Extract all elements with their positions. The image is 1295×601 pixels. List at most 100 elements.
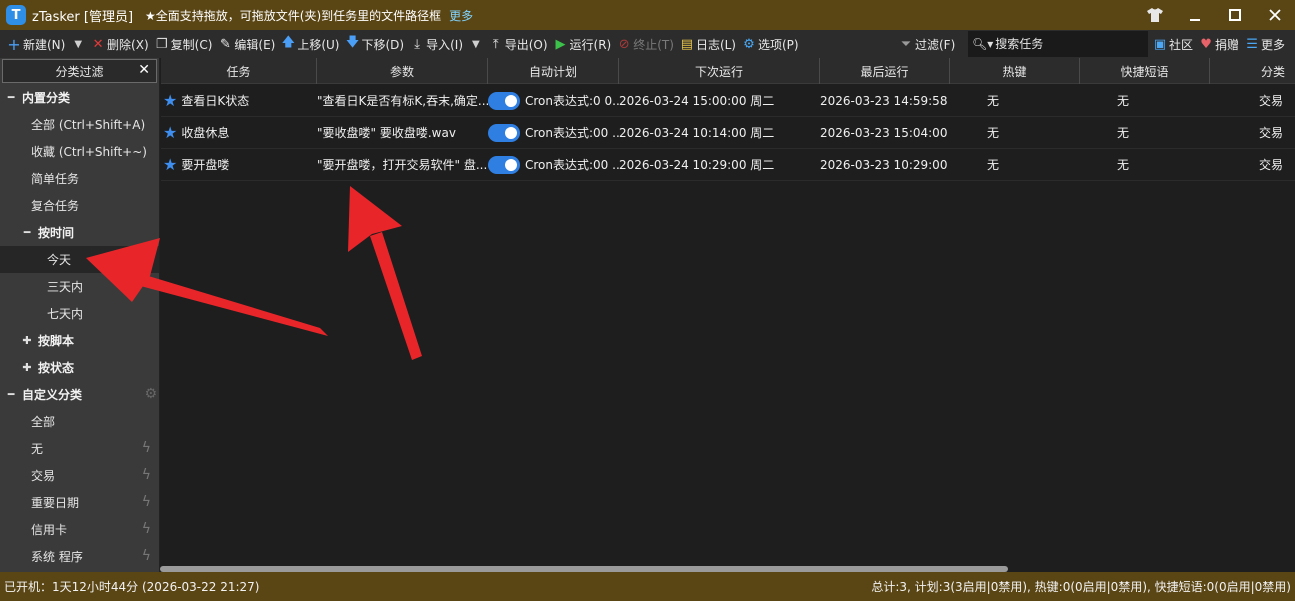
hotkey: 无 bbox=[987, 94, 1000, 108]
tree-item-simple-tasks[interactable]: 简单任务 bbox=[0, 165, 159, 192]
import-dropdown-icon[interactable]: ▼ bbox=[466, 39, 486, 50]
column-header-schedule[interactable]: 自动计划 bbox=[488, 58, 619, 84]
schedule-toggle[interactable] bbox=[488, 91, 520, 110]
log-button[interactable]: ▤ 日志(L) bbox=[677, 32, 739, 56]
category: 交易 bbox=[1258, 126, 1283, 140]
bolt-icon[interactable]: ϟ bbox=[142, 467, 151, 483]
more-button[interactable]: ☰ 更多 bbox=[1242, 32, 1288, 56]
search-input[interactable] bbox=[995, 37, 1136, 51]
category-sidebar: 分类过滤 ✕ ━ 内置分类 全部 (Ctrl+Shift+A) 收藏 (Ctrl… bbox=[0, 58, 160, 572]
tree-item-compound-tasks[interactable]: 复合任务 bbox=[0, 192, 159, 219]
filter-button[interactable]: ⏷ 过滤(F) bbox=[896, 32, 958, 56]
settings-icon[interactable]: ⚙ bbox=[144, 386, 157, 402]
community-button[interactable]: ▣ 社区 bbox=[1150, 32, 1196, 56]
more-link[interactable]: 更多 bbox=[449, 7, 473, 24]
move-up-button[interactable]: 🡅 上移(U) bbox=[278, 32, 342, 56]
tree-group-by-time[interactable]: ━ 按时间 bbox=[0, 219, 159, 246]
collapse-icon[interactable]: ━ bbox=[6, 91, 16, 104]
column-header-phrase[interactable]: 快捷短语 bbox=[1080, 58, 1210, 84]
edit-icon: ✎ bbox=[219, 36, 231, 52]
schedule-text: Cron表达式:00 ... bbox=[525, 126, 619, 140]
export-button[interactable]: ⤒ 导出(O) bbox=[486, 32, 551, 56]
expand-icon[interactable]: ✚ bbox=[22, 334, 32, 347]
tree-item-custom-none[interactable]: 无ϟ bbox=[0, 435, 159, 462]
tree-item-three-days[interactable]: 三天内 bbox=[0, 273, 159, 300]
task-params: "要收盘喽" 要收盘喽.wav bbox=[317, 126, 456, 140]
play-icon: ▶ bbox=[555, 36, 566, 52]
bolt-icon[interactable]: ϟ bbox=[142, 494, 151, 510]
next-run: 2026-03-24 10:14:00 周二 bbox=[619, 126, 775, 140]
stop-button[interactable]: ⊘ 终止(T) bbox=[614, 32, 677, 56]
delete-icon: ✕ bbox=[92, 36, 104, 52]
tree-item-seven-days[interactable]: 七天内 bbox=[0, 300, 159, 327]
phrase: 无 bbox=[1117, 126, 1130, 140]
last-run: 2026-03-23 14:59:58 bbox=[820, 93, 948, 108]
search-box[interactable]: 🔍︎▾ bbox=[968, 31, 1148, 57]
category-filter-header: 分类过滤 ✕ bbox=[2, 59, 157, 83]
tree-group-by-script[interactable]: ✚ 按脚本 bbox=[0, 327, 159, 354]
table-row[interactable]: ★ 要开盘喽 "要开盘喽，打开交易软件" 盘... Cron表达式:00 ... … bbox=[161, 149, 1295, 181]
collapse-icon[interactable]: ━ bbox=[22, 226, 32, 239]
tip-text: ★全面支持拖放，可拖放文件(夹)到任务里的文件路径框 bbox=[145, 8, 442, 23]
table-row[interactable]: ★ 查看日K状态 "查看日K是否有标K,吞末,确定... Cron表达式:0 0.… bbox=[161, 85, 1295, 117]
star-icon[interactable]: ★ bbox=[163, 155, 177, 174]
column-header-params[interactable]: 参数 bbox=[317, 58, 488, 84]
delete-button[interactable]: ✕ 删除(X) bbox=[88, 32, 152, 56]
summary-text: 总计:3, 计划:3(3启用|0禁用), 热键:0(0启用|0禁用), 快捷短语… bbox=[871, 580, 1291, 594]
close-icon[interactable] bbox=[1255, 0, 1295, 30]
options-button[interactable]: ⚙ 选项(P) bbox=[739, 32, 802, 56]
plus-icon: + bbox=[7, 34, 21, 54]
export-icon: ⤒ bbox=[492, 36, 499, 52]
copy-button[interactable]: ❐ 复制(C) bbox=[152, 32, 216, 56]
uptime-text: 已开机：1天12小时44分 (2026-03-22 21:27) bbox=[4, 580, 260, 594]
import-button[interactable]: ⤓ 导入(I) bbox=[407, 32, 466, 56]
column-header-next-run[interactable]: 下次运行 bbox=[619, 58, 820, 84]
arrow-down-icon: 🡇 bbox=[345, 35, 360, 50]
new-button[interactable]: + 新建(N) bbox=[4, 32, 68, 56]
minimize-icon[interactable] bbox=[1175, 0, 1215, 30]
column-header-task[interactable]: 任务 bbox=[161, 58, 317, 84]
schedule-toggle[interactable] bbox=[488, 123, 520, 142]
tree-group-by-status[interactable]: ✚ 按状态 bbox=[0, 354, 159, 381]
donate-button[interactable]: ♥ 捐赠 bbox=[1196, 32, 1242, 56]
phrase: 无 bbox=[1117, 158, 1130, 172]
filter-group: ⏷ 过滤(F) bbox=[896, 32, 958, 56]
skin-icon[interactable] bbox=[1135, 0, 1175, 30]
tree-item-custom-all[interactable]: 全部 bbox=[0, 408, 159, 435]
close-icon[interactable]: ✕ bbox=[138, 62, 150, 78]
tree-item-favorites[interactable]: 收藏 (Ctrl+Shift+~) bbox=[0, 138, 159, 165]
toolbar: + 新建(N) ▼ ✕ 删除(X) ❐ 复制(C) ✎ 编辑(E) 🡅 上移(U) 🡇 下移… bbox=[0, 30, 1295, 58]
tree-group-custom[interactable]: ━ 自定义分类 ⚙ bbox=[0, 381, 159, 408]
column-header-category[interactable]: 分类 bbox=[1210, 58, 1295, 84]
maximize-icon[interactable] bbox=[1215, 0, 1255, 30]
bolt-icon[interactable]: ϟ bbox=[142, 548, 151, 564]
tree-item-custom-credit-card[interactable]: 信用卡 ϟ bbox=[0, 516, 159, 543]
phrase: 无 bbox=[1117, 94, 1130, 108]
last-run: 2026-03-23 10:29:00 bbox=[820, 157, 948, 172]
window-title: zTasker [管理员] bbox=[32, 9, 134, 25]
expand-icon[interactable]: ✚ bbox=[22, 361, 32, 374]
star-icon[interactable]: ★ bbox=[163, 91, 177, 110]
tree-item-all[interactable]: 全部 (Ctrl+Shift+A) bbox=[0, 111, 159, 138]
run-button[interactable]: ▶ 运行(R) bbox=[551, 32, 615, 56]
new-dropdown-icon[interactable]: ▼ bbox=[68, 39, 88, 50]
tree-item-custom-system-program[interactable]: 系统 程序 ϟ bbox=[0, 543, 159, 570]
tree-item-custom-important-dates[interactable]: 重要日期 ϟ bbox=[0, 489, 159, 516]
column-header-hotkey[interactable]: 热键 bbox=[950, 58, 1080, 84]
tree-group-builtin[interactable]: ━ 内置分类 bbox=[0, 84, 159, 111]
filter-icon: ⏷ bbox=[900, 36, 912, 52]
tree-item-today[interactable]: 今天 bbox=[0, 246, 159, 273]
copy-icon: ❐ bbox=[155, 36, 168, 52]
schedule-toggle[interactable] bbox=[488, 155, 520, 174]
tree-item-custom-trade[interactable]: 交易 ϟ bbox=[0, 462, 159, 489]
grid-header: 任务 参数 自动计划 下次运行 最后运行 热键 快捷短语 分类 bbox=[161, 58, 1295, 84]
table-row[interactable]: ★ 收盘休息 "要收盘喽" 要收盘喽.wav Cron表达式:00 ... 202… bbox=[161, 117, 1295, 149]
column-header-last-run[interactable]: 最后运行 bbox=[820, 58, 950, 84]
star-icon[interactable]: ★ bbox=[163, 123, 177, 142]
bolt-icon[interactable]: ϟ bbox=[142, 521, 151, 537]
move-down-button[interactable]: 🡇 下移(D) bbox=[343, 32, 408, 56]
collapse-icon[interactable]: ━ bbox=[6, 388, 16, 401]
bolt-icon[interactable]: ϟ bbox=[142, 440, 151, 456]
edit-button[interactable]: ✎ 编辑(E) bbox=[215, 32, 278, 56]
next-run: 2026-03-24 10:29:00 周二 bbox=[619, 158, 775, 172]
